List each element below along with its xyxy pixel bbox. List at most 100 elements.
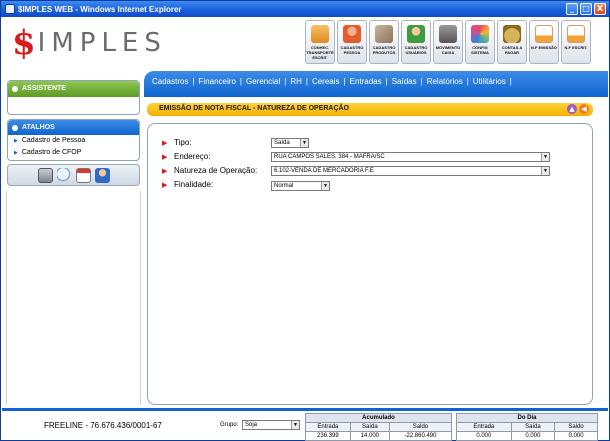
calendar-icon[interactable] <box>75 167 91 183</box>
do-dia-header: Saída <box>510 422 556 432</box>
menu-utilitarios[interactable]: Utilitários <box>473 77 506 86</box>
truck-icon <box>311 25 329 43</box>
toolbar-label: N.F ESCRIT. <box>564 45 588 50</box>
user-icon[interactable] <box>94 167 110 183</box>
chevron-down-icon: ▼ <box>321 182 329 190</box>
atalhos-title: ATALHOS <box>22 124 55 131</box>
tipo-label: Tipo: <box>174 138 192 147</box>
arrow-right-icon: ▶ <box>14 138 18 144</box>
toolbar-conhec-transporte-button[interactable]: CONHEC. TRANSPORTE ESCRIT. <box>305 20 335 64</box>
acumulado-title: Acumulado <box>305 413 452 423</box>
acumulado-header: Saldo <box>388 422 453 432</box>
back-arrow-icon[interactable]: ◀ <box>579 104 589 114</box>
finalidade-value: Normal <box>274 183 294 189</box>
arrow-right-icon: ▶ <box>162 138 168 147</box>
do-dia-header: Saldo <box>554 422 598 432</box>
window-controls: _ □ X <box>566 3 606 15</box>
toolbar-cadastro-produtos-button[interactable]: CADASTRO PRODUTOS <box>369 20 399 64</box>
shortcut-label: Cadastro de CFOP <box>21 149 82 156</box>
main-menu: Cadastros | Financeiro | Gerencial | RH | Ce… <box>152 77 512 86</box>
field-tipo: ▶ Tipo: <box>162 137 192 148</box>
endereco-select[interactable]: RUA CAMPOS SALES, 384 - MAFRA/SC ▼ <box>271 152 550 162</box>
do-dia-saida: 0.000 <box>510 431 556 441</box>
close-button[interactable]: X <box>594 3 606 15</box>
finalidade-select[interactable]: Normal ▼ <box>271 181 330 191</box>
browser-window: $IMPLES WEB - Windows Internet Explorer … <box>0 0 610 441</box>
assistente-panel: ASSISTENTE <box>7 80 140 115</box>
search-icon[interactable] <box>56 167 72 183</box>
natureza-label: Natureza de Operação: <box>174 166 258 175</box>
status-footer: FREELINE - 76.676.436/0001-67 Grupo: Soj… <box>2 408 608 441</box>
arrow-right-icon: ▶ <box>162 180 168 189</box>
invoice-icon <box>535 25 553 43</box>
nota-fiscal-form: ▶ Tipo: Saída ▼ ▶ Endereço: RUA CAMPOS S… <box>147 123 593 405</box>
company-info: FREELINE - 76.676.436/0001-67 <box>44 421 162 430</box>
do-dia-title: Do Dia <box>456 413 598 423</box>
do-dia-entrada: 0.000 <box>456 431 512 441</box>
money-bag-icon <box>503 25 521 43</box>
grupo-select[interactable]: Soja ▼ <box>242 420 300 430</box>
menu-rh[interactable]: RH <box>290 77 302 86</box>
do-dia-table: Do Dia Entrada Saída Saldo 0.000 0.000 0… <box>456 413 598 441</box>
shortcut-cadastro-pessoa[interactable]: ▶ Cadastro de Pessoa <box>8 135 139 147</box>
acumulado-table: Acumulado Entrada Saída Saldo 236.399 14… <box>305 413 453 441</box>
arrow-right-icon: ▶ <box>14 150 18 156</box>
app-header: $ IMPLES CONHEC. TRANSPORTE ESCRIT. CADA… <box>2 18 608 70</box>
toolbar-nf-emissao-button[interactable]: N.F EMISSÃO <box>529 20 559 64</box>
shortcut-cadastro-cfop[interactable]: ▶ Cadastro de CFOP <box>8 147 139 159</box>
assistente-title: ASSISTENTE <box>22 85 66 92</box>
title-bar: $IMPLES WEB - Windows Internet Explorer … <box>1 1 609 17</box>
menu-financeiro[interactable]: Financeiro <box>199 77 236 86</box>
box-icon <box>375 25 393 43</box>
minimize-button[interactable]: _ <box>566 3 578 15</box>
menu-cadastros[interactable]: Cadastros <box>152 77 188 86</box>
endereco-label: Endereço: <box>174 152 211 161</box>
field-endereco: ▶ Endereço: <box>162 151 210 162</box>
atalhos-header[interactable]: ATALHOS <box>8 120 139 135</box>
toolbar-label: CONTAS A PAGAR <box>501 45 523 55</box>
toolbar-label: CONHEC. TRANSPORTE ESCRIT. <box>306 45 334 60</box>
assistente-header[interactable]: ASSISTENTE <box>8 81 139 97</box>
calculator-icon[interactable] <box>37 167 53 183</box>
logo-text: IMPLES <box>37 28 167 58</box>
endereco-value: RUA CAMPOS SALES, 384 - MAFRA/SC <box>274 154 385 160</box>
shortcut-label: Cadastro de Pessoa <box>21 137 86 144</box>
toolbar-label: CONFIG SISTEMA <box>471 45 489 55</box>
tipo-select[interactable]: Saída ▼ <box>271 138 309 148</box>
bullet-icon <box>12 86 18 92</box>
menu-gerencial[interactable]: Gerencial <box>246 77 280 86</box>
maximize-button[interactable]: □ <box>580 3 592 15</box>
menu-saidas[interactable]: Saídas <box>392 77 417 86</box>
natureza-select[interactable]: 6.102-VENDA DE MERCADORIA F.E ▼ <box>271 166 550 176</box>
toolbar-label: CADASTRO PESSOA <box>340 45 364 55</box>
do-dia-saldo: 0.000 <box>554 431 598 441</box>
toolbar-label: MOVIMENTO CAIXA <box>435 45 461 55</box>
acumulado-header: Saída <box>349 422 390 432</box>
toolbar-config-sistema-button[interactable]: CONFIG SISTEMA <box>465 20 495 64</box>
grupo-value: Soja <box>245 422 258 428</box>
sidebar-frame <box>6 191 141 405</box>
person-icon <box>343 25 361 43</box>
menu-cereais[interactable]: Cereais <box>312 77 340 86</box>
logo-symbol: $ <box>12 23 36 63</box>
menu-relatorios[interactable]: Relatórios <box>427 77 463 86</box>
up-arrow-icon[interactable]: ▲ <box>567 104 577 114</box>
atalhos-panel: ATALHOS ▶ Cadastro de Pessoa ▶ Cadastro de… <box>7 119 140 161</box>
user-icon <box>407 25 425 43</box>
form-title-bar: EMISSÃO DE NOTA FISCAL - NATUREZA DE OPE… <box>147 103 593 116</box>
toolbar-cadastro-pessoa-button[interactable]: CADASTRO PESSOA <box>337 20 367 64</box>
acumulado-entrada: 236.399 <box>305 431 351 441</box>
grupo-label: Grupo: <box>220 422 239 428</box>
toolbar-cadastro-usuarios-button[interactable]: CADASTRO USUÁRIOS <box>401 20 431 64</box>
chevron-down-icon: ▼ <box>541 153 549 161</box>
toolbar-contas-pagar-button[interactable]: CONTAS A PAGAR <box>497 20 527 64</box>
toolbar-movimento-caixa-button[interactable]: MOVIMENTO CAIXA <box>433 20 463 64</box>
toolbar-label: N.F EMISSÃO <box>530 45 557 50</box>
chevron-down-icon: ▼ <box>300 139 308 147</box>
menu-band: Cadastros | Financeiro | Gerencial | RH | Ce… <box>144 71 608 97</box>
toolbar-label: CADASTRO USUÁRIOS <box>404 45 428 55</box>
do-dia-header: Entrada <box>456 422 512 432</box>
toolbar-nf-escrit-button[interactable]: N.F ESCRIT. <box>561 20 591 64</box>
ie-icon <box>5 4 15 14</box>
menu-entradas[interactable]: Entradas <box>350 77 382 86</box>
